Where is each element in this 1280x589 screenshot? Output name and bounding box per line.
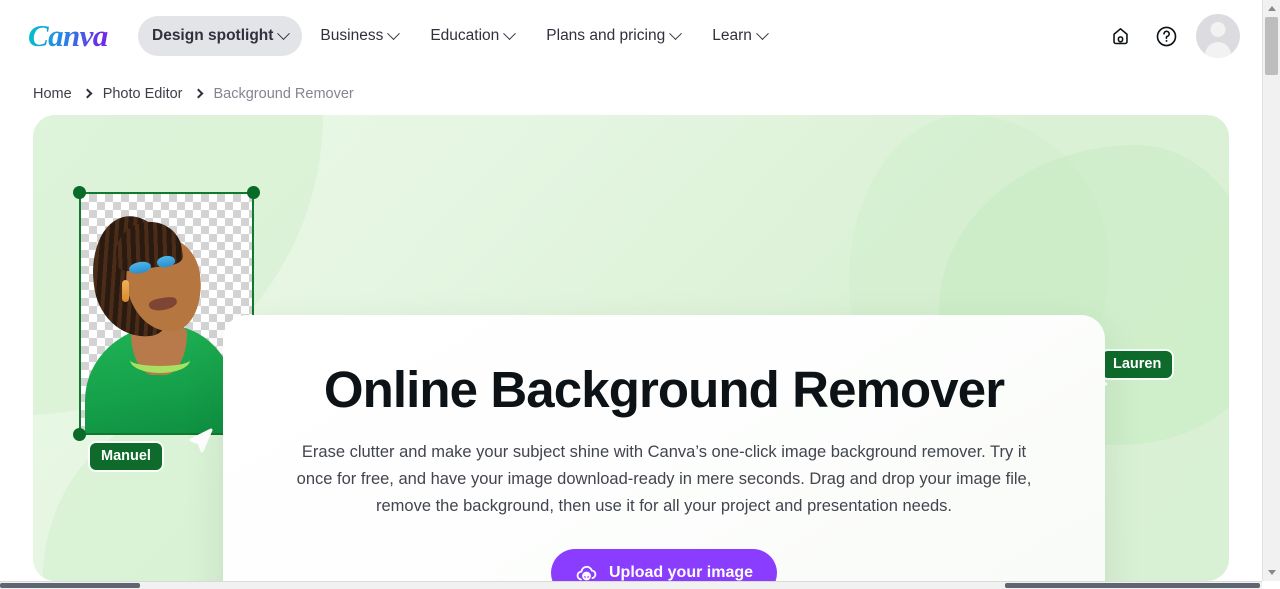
home-icon[interactable] (1104, 20, 1136, 52)
triangle-up-icon (1267, 6, 1276, 11)
chevron-right-icon (82, 88, 93, 99)
canva-logo[interactable]: Canva (28, 20, 120, 51)
collaborator-name-tag-lauren: Lauren (1102, 351, 1173, 378)
horizontal-scrollbar-thumb-left[interactable] (0, 583, 140, 588)
collaborator-name-tag-manuel: Manuel (90, 443, 162, 470)
horizontal-scrollbar-thumb-right[interactable] (1005, 583, 1260, 588)
breadcrumb: Home Photo Editor Background Remover (0, 72, 1262, 115)
upload-button-label: Upload your image (608, 564, 754, 581)
nav-item-learn[interactable]: Learn (698, 16, 781, 56)
breadcrumb-item-background-remover: Background Remover (213, 85, 354, 102)
nav-item-business[interactable]: Business (306, 16, 412, 56)
resize-handle-top-left[interactable] (73, 186, 86, 199)
hero-section: Manuel Lauren Online Background Remover … (33, 115, 1229, 581)
resize-handle-top-right[interactable] (247, 186, 260, 199)
nav-item-design-spotlight[interactable]: Design spotlight (138, 16, 303, 56)
nav-actions (1104, 14, 1240, 58)
nav-item-label: Design spotlight (152, 27, 274, 44)
vertical-scrollbar[interactable] (1262, 0, 1280, 581)
nav-item-label: Education (430, 27, 500, 44)
triangle-down-icon (1267, 570, 1276, 575)
help-icon[interactable] (1150, 20, 1182, 52)
page-description: Erase clutter and make your subject shin… (296, 443, 1032, 516)
chevron-down-icon (755, 26, 769, 40)
breadcrumb-item-photo-editor[interactable]: Photo Editor (103, 86, 183, 102)
page-root: Canva Design spotlight Business Educatio… (0, 0, 1280, 589)
chevron-down-icon (503, 26, 517, 40)
chevron-right-icon (193, 88, 203, 99)
vertical-scrollbar-thumb[interactable] (1265, 17, 1278, 75)
nav-item-label: Learn (712, 27, 752, 44)
chevron-down-icon (387, 26, 401, 40)
main-nav: Design spotlight Business Education Plan… (138, 16, 1104, 56)
nav-item-label: Business (320, 27, 384, 44)
user-avatar[interactable] (1196, 14, 1240, 58)
horizontal-scrollbar[interactable] (0, 581, 1262, 589)
upload-your-image-button[interactable]: Upload your image (550, 549, 778, 581)
nav-item-plans-and-pricing[interactable]: Plans and pricing (532, 16, 694, 56)
nav-item-education[interactable]: Education (416, 16, 528, 56)
breadcrumb-item-home[interactable]: Home (33, 86, 72, 102)
canva-logo-text: Canva (28, 20, 120, 51)
chevron-down-icon (277, 26, 291, 40)
scroll-down-button[interactable] (1263, 564, 1280, 581)
upload-card: Online Background Remover Erase clutter … (223, 315, 1105, 581)
scroll-up-button[interactable] (1263, 0, 1280, 17)
resize-handle-bottom-left[interactable] (73, 428, 86, 441)
nav-item-label: Plans and pricing (546, 27, 666, 44)
cloud-upload-icon (575, 562, 598, 581)
page-title: Online Background Remover (323, 361, 1005, 418)
top-navbar: Canva Design spotlight Business Educatio… (0, 0, 1262, 72)
chevron-down-icon (669, 26, 683, 40)
